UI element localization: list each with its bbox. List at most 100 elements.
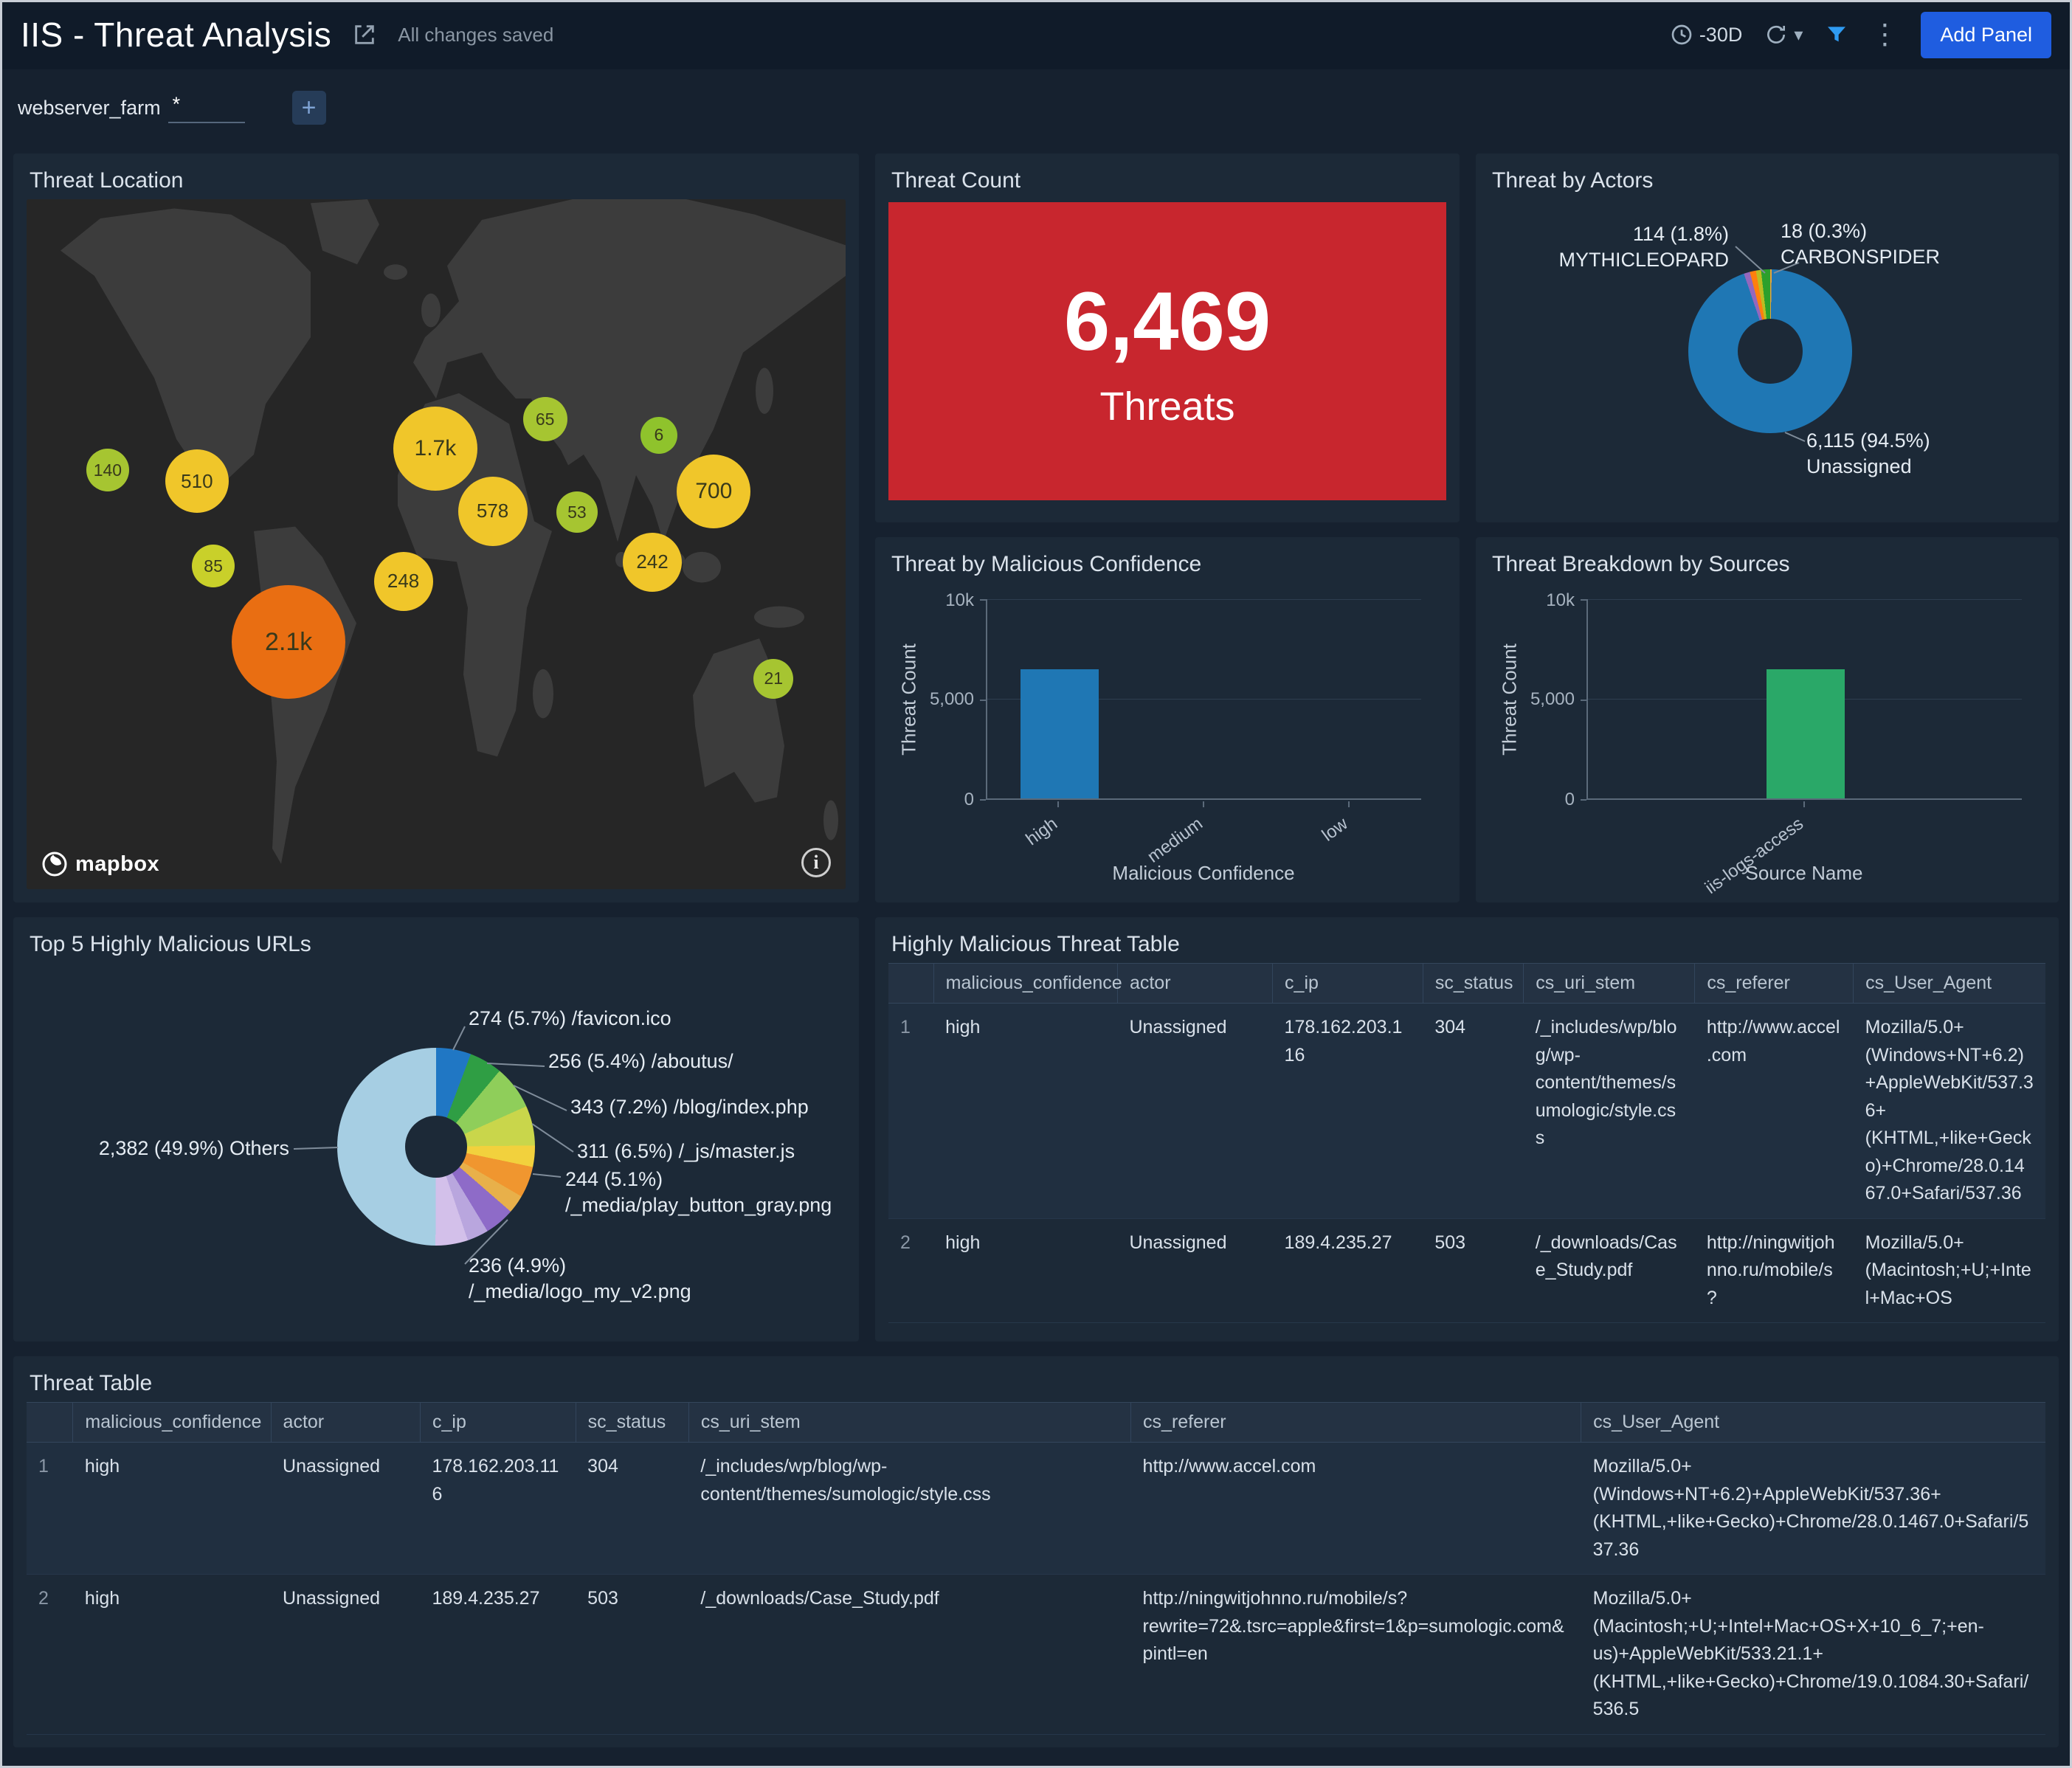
map-marker[interactable]: 85 [192,545,235,588]
url-callout-play-button: 244 (5.1%) /_media/play_button_gray.png [565,1168,832,1217]
column-header[interactable]: cs_uri_stem [688,1402,1131,1443]
column-header[interactable]: sc_status [575,1402,689,1443]
panel-highly-malicious-threat-table: Highly Malicious Threat Table malicious_… [875,917,2059,1341]
map-marker[interactable]: 6 [640,416,677,454]
time-range-button[interactable]: -30D [1670,23,1742,46]
actor-value: 18 (0.3%) [1781,220,1868,242]
add-panel-button[interactable]: Add Panel [1921,11,2051,58]
callout-line [532,1173,562,1178]
cell-sc-status: 503 [587,1588,618,1609]
cell-actor: Unassigned [1129,1017,1227,1037]
kebab-icon: ⋮ [1871,19,1899,50]
cell-cs-referer: http://ningwitjohnno.ru/mobile/s?rewrite… [1142,1588,1564,1664]
map-marker[interactable]: 578 [457,476,528,546]
filter-value-input[interactable]: * [168,93,245,123]
sources-bar[interactable] [1767,669,1845,798]
y-tick-mark [1581,700,1586,701]
threat-count-tile[interactable]: 6,469 Threats [888,202,1446,500]
column-header[interactable]: cs_uri_stem [1523,963,1695,1004]
dashboard-grid: Threat Location 140 510 85 2.1k 248 1.7k… [0,146,2072,1761]
cell-c-ip: 178.162.203.116 [432,1456,559,1505]
cell-malicious-confidence: high [945,1017,981,1037]
panel-threat-by-actors: Threat by Actors 114 (1.8%) MYTHICLEOPAR… [1476,153,2059,522]
donut-hole [405,1116,467,1178]
map-marker[interactable]: 242 [623,532,683,592]
map-marker[interactable]: 248 [373,551,433,611]
cell-cs-referer: http://www.accel.com [1142,1456,1316,1477]
urls-donut-chart[interactable] [337,1048,535,1246]
filter-button[interactable] [1825,23,1848,46]
map-marker[interactable]: 510 [165,449,229,514]
x-tick-mark [1203,801,1204,807]
column-header[interactable]: malicious_confidence [933,963,1122,1004]
map-marker[interactable]: 53 [556,491,598,533]
actor-callout-unassigned: 6,115 (94.5%) Unassigned [1806,428,1930,480]
more-options-button[interactable]: ⋮ [1871,21,1899,49]
row-index: 1 [38,1456,49,1477]
column-header[interactable]: cs_User_Agent [1853,963,2045,1004]
x-tick-mark [1803,801,1805,807]
save-status: All changes saved [398,23,554,46]
table-row: 2 high Unassigned 189.4.235.27 503 /_dow… [888,1218,2045,1323]
x-axis-label: Source Name [1745,862,1863,884]
column-header[interactable]: c_ip [420,1402,576,1443]
x-tick-mark [1348,801,1350,807]
column-header[interactable]: cs_referer [1130,1402,1581,1443]
map-info-button[interactable]: i [801,848,831,877]
panel-title: Top 5 Highly Malicious URLs [30,932,311,956]
y-tick-label: 10k [945,590,974,610]
map-marker[interactable]: 700 [677,454,751,528]
y-tick-label: 0 [1564,790,1575,809]
threat-table: malicious_confidence actor c_ip sc_statu… [27,1402,2045,1735]
add-filter-button[interactable]: + [291,91,326,125]
column-header[interactable]: malicious_confidence [72,1402,272,1443]
mapbox-attribution[interactable]: mapbox [41,851,159,877]
column-header[interactable]: actor [270,1402,421,1443]
column-header[interactable]: sc_status [1422,963,1524,1004]
cell-sc-status: 304 [587,1456,618,1477]
callout-line [486,1063,545,1067]
x-tick-mark [1057,801,1059,807]
cell-malicious-confidence: high [84,1588,120,1609]
map-marker[interactable]: 1.7k [393,407,477,491]
url-callout-favicon: 274 (5.7%) /favicon.ico [469,1007,671,1029]
panel-title: Threat Count [891,168,1021,193]
map-marker[interactable]: 65 [522,397,567,442]
table-row: 1 high Unassigned 178.162.203.116 304 /_… [27,1442,2045,1575]
callout-line [1784,432,1806,442]
column-header[interactable]: c_ip [1272,963,1423,1004]
cell-c-ip: 189.4.235.27 [432,1588,540,1609]
gridline [987,599,1421,600]
panel-title: Threat by Actors [1492,168,1654,193]
refresh-button[interactable]: ▾ [1764,23,1803,46]
confidence-high-bar[interactable] [1021,669,1099,798]
cell-cs-user-agent: Mozilla/5.0+(Windows+NT+6.2)+AppleWebKit… [1865,1017,2034,1204]
share-button[interactable] [352,22,377,47]
actor-name: CARBONSPIDER [1781,246,1941,269]
y-tick-mark [980,700,986,701]
mapbox-logo-icon [42,852,67,877]
cell-cs-referer: http://ningwitjohnno.ru/mobile/s? [1706,1232,1835,1308]
highly-malicious-threat-table: malicious_confidence actor c_ip sc_statu… [888,963,2045,1323]
actor-value: 6,115 (94.5%) [1806,429,1930,452]
column-header[interactable]: cs_referer [1694,963,1854,1004]
y-tick-mark [980,599,986,601]
url-callout-logo: 236 (4.9%) /_media/logo_my_v2.png [469,1254,691,1303]
cell-cs-uri-stem: /_includes/wp/blog/wp-content/themes/sum… [700,1456,991,1505]
map-marker[interactable]: 140 [86,449,129,492]
actor-name: Unassigned [1806,455,1912,478]
column-header[interactable]: cs_User_Agent [1581,1402,2045,1443]
cell-malicious-confidence: high [945,1232,981,1253]
threat-count-unit: Threats [1099,384,1235,429]
panel-title: Highly Malicious Threat Table [891,932,1180,956]
actors-donut-chart[interactable] [1688,269,1852,433]
y-tick-label: 5,000 [1530,689,1575,709]
column-header[interactable]: actor [1116,963,1273,1004]
cell-cs-uri-stem: /_includes/wp/blog/wp-content/themes/sum… [1535,1017,1677,1148]
url-callout-blog-index: 343 (7.2%) /blog/index.php [570,1096,809,1118]
clock-icon [1671,24,1692,45]
world-map[interactable]: 140 510 85 2.1k 248 1.7k 578 65 53 6 700… [27,199,846,889]
map-marker[interactable]: 21 [753,658,794,699]
callout-line [1735,246,1766,274]
map-marker[interactable]: 2.1k [232,585,346,700]
